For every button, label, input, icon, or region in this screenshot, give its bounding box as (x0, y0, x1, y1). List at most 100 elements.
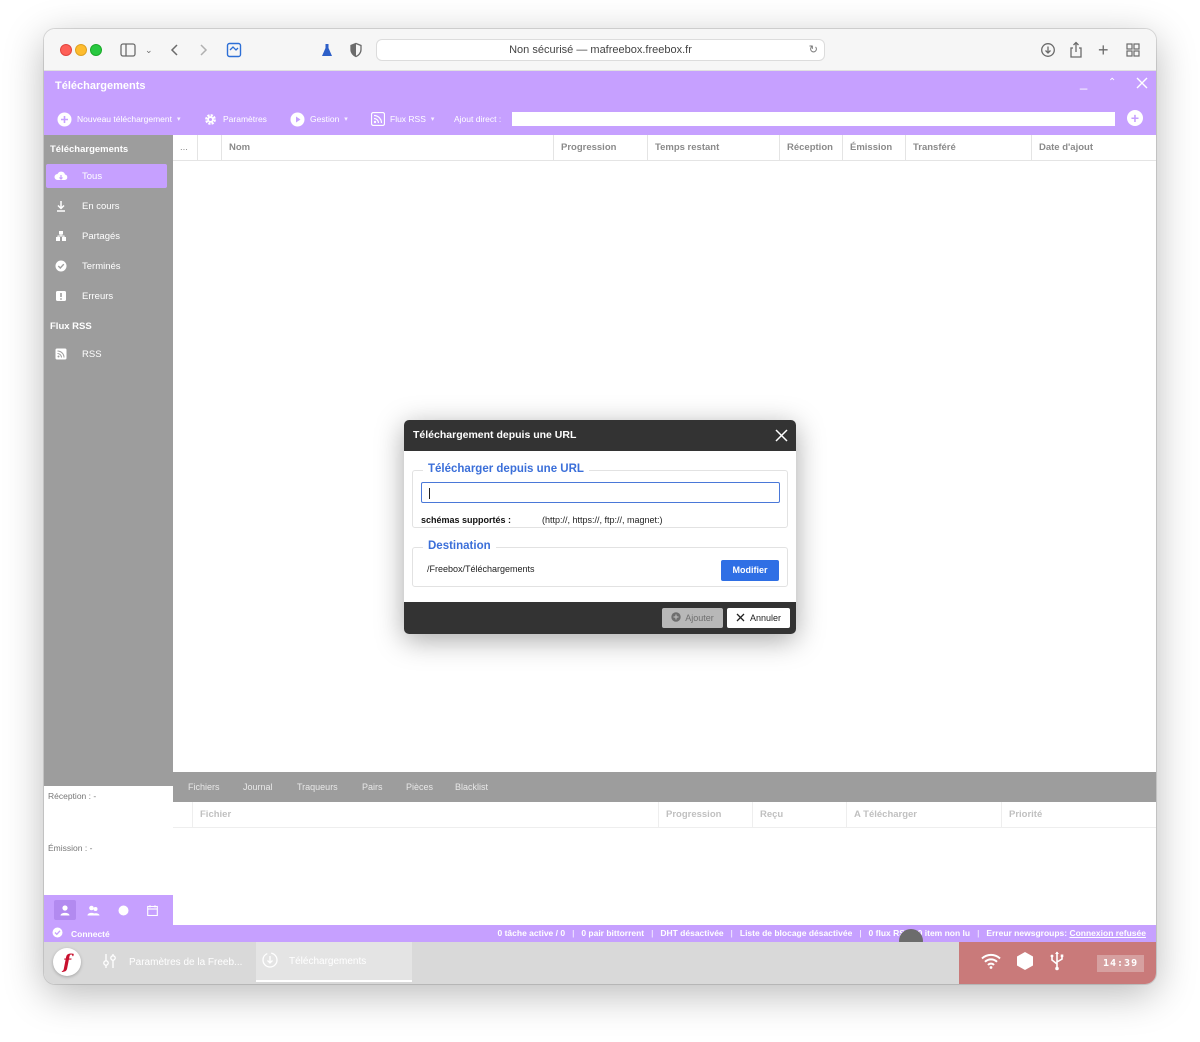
shield-icon[interactable] (350, 40, 362, 60)
sidebar-item-shared[interactable]: Partagés (46, 224, 167, 248)
taskbar-item-settings[interactable]: Paramètres de la Freeb... (96, 942, 246, 982)
direct-add-input[interactable] (512, 112, 1115, 126)
tab-log[interactable]: Journal (243, 772, 273, 802)
column-header-file[interactable]: Fichier (192, 802, 658, 828)
browser-window: ⌄ Non sécurisé — mafreebox.freebox.fr ↻ … (44, 29, 1156, 984)
settings-button[interactable]: Paramètres (203, 107, 267, 131)
status-newsgroups-label: Erreur newsgroups: (986, 928, 1068, 938)
share-icon (47, 230, 75, 242)
cancel-button[interactable]: Annuler (727, 608, 790, 628)
rss-menu-button[interactable]: Flux RSS ▾ (371, 107, 434, 131)
tab-overview-icon[interactable] (1126, 40, 1140, 60)
usb-icon[interactable] (1049, 951, 1065, 976)
browser-toolbar: ⌄ Non sécurisé — mafreebox.freebox.fr ↻ … (44, 29, 1156, 71)
app-header: Téléchargements _ ⌃ Nouveau téléchargeme… (44, 71, 1156, 135)
maximize-app-icon[interactable]: ⌃ (1108, 77, 1116, 88)
url-input[interactable] (421, 482, 780, 503)
column-header-transferred[interactable]: Transféré (905, 135, 1031, 161)
status-separator: | (977, 928, 980, 938)
wifi-icon[interactable] (981, 953, 1001, 974)
calendar-icon[interactable] (141, 900, 163, 920)
users-icon[interactable] (83, 900, 105, 920)
back-icon[interactable] (169, 40, 181, 60)
address-bar[interactable]: Non sécurisé — mafreebox.freebox.fr ↻ (376, 39, 825, 61)
table-header: ... Nom Progression Temps restant Récept… (173, 135, 1156, 161)
new-download-button[interactable]: Nouveau téléchargement ▾ (57, 107, 181, 131)
caret-down-icon: ▾ (430, 116, 435, 123)
column-header-priority[interactable]: Priorité (1001, 802, 1156, 828)
cancel-button-label: Annuler (749, 613, 782, 623)
tab-peers[interactable]: Pairs (362, 772, 383, 802)
status-separator: | (730, 928, 733, 938)
add-button-label: Ajouter (685, 613, 714, 623)
user-icon[interactable] (53, 900, 76, 920)
close-app-icon[interactable] (1136, 77, 1148, 92)
close-window-button[interactable] (60, 44, 72, 56)
status-bar: Connecté 0 tâche active / 0 | 0 pair bitto… (44, 925, 1156, 942)
add-button[interactable]: Ajouter (662, 608, 723, 628)
taskbar-item-downloads[interactable]: Téléchargements (256, 942, 412, 982)
settings-sliders-icon (102, 953, 118, 972)
dialog-title: Téléchargement depuis une URL (413, 429, 577, 441)
rss-section-header: Flux RSS (50, 321, 92, 332)
column-header-emission[interactable]: Émission (842, 135, 905, 161)
hexagon-icon[interactable] (1015, 951, 1035, 976)
clock: 14:39 (1097, 954, 1145, 972)
taskbar-item-label: Paramètres de la Freeb... (129, 956, 243, 968)
chevron-down-icon[interactable]: ⌄ (145, 40, 153, 60)
freebox-logo[interactable]: f (53, 948, 81, 976)
reload-icon[interactable]: ↻ (809, 40, 818, 60)
sidebar-toggle-icon[interactable] (120, 40, 136, 60)
column-header-date-added[interactable]: Date d'ajout (1031, 135, 1156, 161)
plus-circle-icon (57, 112, 72, 127)
zoom-window-button[interactable] (90, 44, 102, 56)
tab-blacklist[interactable]: Blacklist (455, 772, 488, 802)
column-header-time-left[interactable]: Temps restant (647, 135, 779, 161)
sidebar-item-completed[interactable]: Terminés (46, 254, 167, 278)
url-download-dialog: Téléchargement depuis une URL Télécharge… (404, 420, 796, 634)
column-header-progress[interactable]: Progression (553, 135, 647, 161)
status-tasks: 0 tâche active / 0 (497, 928, 566, 938)
destination-path: /Freebox/Téléchargements (427, 564, 535, 574)
column-header-received[interactable]: Reçu (752, 802, 846, 828)
flask-icon[interactable] (321, 40, 333, 60)
status-newsgroups-link[interactable]: Connexion refusée (1069, 928, 1146, 938)
forward-icon[interactable] (197, 40, 209, 60)
error-icon (47, 290, 75, 302)
downloads-icon[interactable] (1040, 40, 1056, 60)
sidebar-item-label: En cours (82, 200, 120, 212)
minimize-window-button[interactable] (75, 44, 87, 56)
modify-destination-button[interactable]: Modifier (721, 560, 779, 581)
close-icon[interactable] (775, 429, 788, 442)
gear-icon (203, 112, 218, 127)
manage-button[interactable]: Gestion ▾ (290, 107, 348, 131)
column-header-name[interactable]: Nom (221, 135, 553, 161)
column-header-to-download[interactable]: A Télécharger (846, 802, 1001, 828)
direct-add-button[interactable]: + (1127, 110, 1143, 126)
sidebar-item-in-progress[interactable]: En cours (46, 194, 167, 218)
column-header-status[interactable] (197, 135, 221, 161)
share-icon[interactable] (1069, 40, 1083, 60)
url-fieldset: Télécharger depuis une URL schémas suppo… (412, 463, 788, 528)
sidebar-item-errors[interactable]: Erreurs (46, 284, 167, 308)
emission-stat: Émission : - (48, 843, 93, 853)
new-tab-icon[interactable]: + (1098, 40, 1109, 60)
column-header-file-progress[interactable]: Progression (658, 802, 752, 828)
dialog-footer: Ajouter Annuler (404, 602, 796, 634)
extension-icon[interactable] (226, 40, 242, 60)
sidebar-item-rss[interactable]: RSS (46, 342, 167, 366)
column-header-blank (173, 802, 192, 828)
system-tray: 14:39 (959, 942, 1156, 984)
tab-trackers[interactable]: Traqueurs (297, 772, 338, 802)
tab-pieces[interactable]: Pièces (406, 772, 433, 802)
column-header-reception[interactable]: Réception (779, 135, 842, 161)
direct-add-label: Ajout direct : (454, 114, 502, 124)
sidebar-bottom-toolbar (44, 895, 173, 925)
download-arrow-icon (47, 200, 75, 212)
sidebar-item-all[interactable]: Tous (46, 164, 167, 188)
bandwidth-stats: Réception : - Émission : - (44, 786, 170, 895)
tab-files[interactable]: Fichiers (188, 772, 220, 802)
circle-icon[interactable] (112, 900, 134, 920)
column-header-more[interactable]: ... (173, 135, 197, 161)
minimize-app-icon[interactable]: _ (1080, 75, 1087, 90)
